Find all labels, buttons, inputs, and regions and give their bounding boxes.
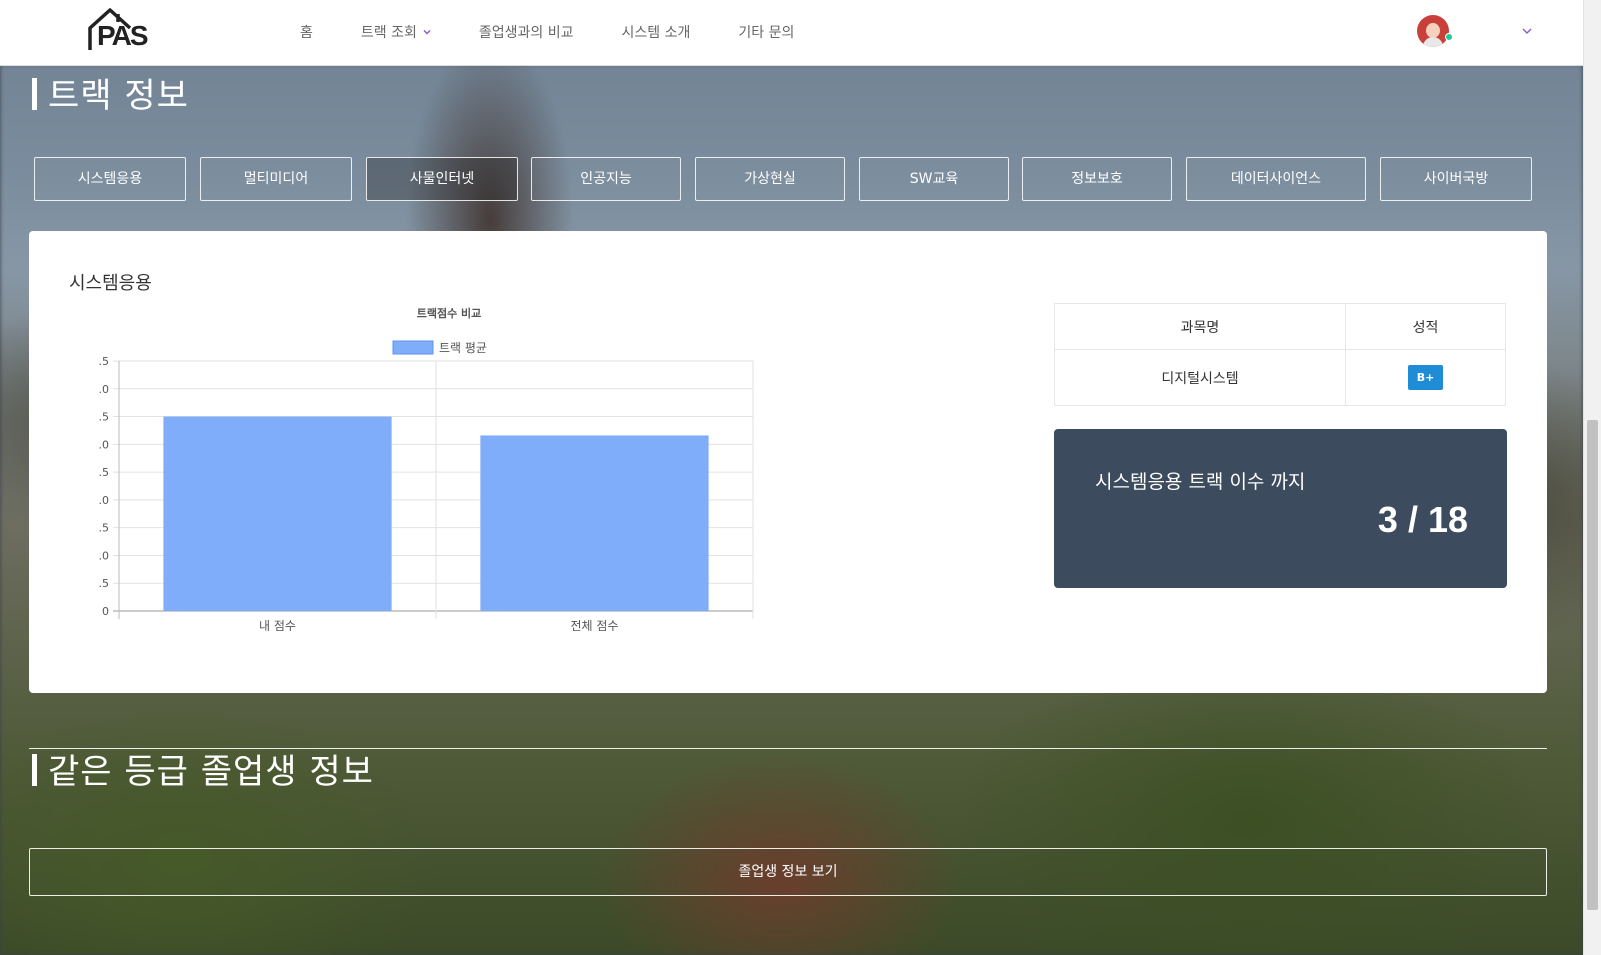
nav-item-home[interactable]: 홈 (300, 22, 313, 42)
scrollbar-thumb[interactable] (1587, 420, 1598, 910)
y-tick-label: .5 (99, 466, 110, 479)
track-button[interactable]: 인공지능 (531, 157, 681, 201)
nav-item-label: 트랙 조회 (360, 25, 417, 41)
progress-value: 3 / 18 (1377, 499, 1468, 540)
y-tick-label: .5 (99, 577, 110, 590)
avatar-body (1423, 37, 1443, 47)
view-graduates-button[interactable]: 졸업생 정보 보기 (29, 848, 1547, 896)
track-progress-box: 시스템응용 트랙 이수 까지 3 / 18 (1054, 429, 1507, 588)
y-tick-label: .0 (99, 549, 110, 562)
x-tick-label: 전체 점수 (571, 619, 619, 631)
track-detail-card: 시스템응용 트랙점수 비교 트랙 평균 .5 .0 .5 .0 .5 .0 .5 .0 .5 0 내… (29, 231, 1547, 693)
column-header-grade: 성적 (1345, 303, 1506, 350)
legend-label: 트랙 평균 (439, 341, 487, 355)
column-header-subject: 과목명 (1054, 303, 1346, 350)
y-tick-label: .0 (99, 438, 110, 451)
y-tick-label: .0 (99, 383, 110, 396)
track-button[interactable]: 정보보호 (1022, 157, 1172, 201)
nav-item-compare[interactable]: 졸업생과의 비교 (479, 22, 574, 42)
track-score-chart: 트랙점수 비교 트랙 평균 .5 .0 .5 .0 .5 .0 .5 .0 .5 0 내 점수 전체 … (99, 306, 754, 631)
chart-title: 트랙점수 비교 (417, 306, 482, 320)
chevron-down-icon (423, 29, 431, 35)
track-button[interactable]: 데이터사이언스 (1186, 157, 1366, 201)
user-menu-chevron-icon[interactable] (1522, 27, 1532, 35)
track-button[interactable]: 가상현실 (695, 157, 845, 201)
x-tick-label: 내 점수 (259, 619, 296, 631)
track-button[interactable]: 멀티미디어 (200, 157, 352, 201)
grade-badge: B+ (1407, 365, 1444, 390)
nav-item-label: 기타 문의 (738, 25, 795, 41)
table-row: 디지털시스템 B+ (1054, 349, 1506, 406)
grade-cell: B+ (1345, 349, 1506, 406)
avatar-face (1426, 23, 1440, 38)
logo-text[interactable]: PAS (97, 20, 148, 52)
subject-cell: 디지털시스템 (1054, 349, 1346, 406)
track-button[interactable]: SW교육 (859, 157, 1009, 201)
nav-item-label: 졸업생과의 비교 (478, 25, 574, 41)
track-button[interactable]: 시스템응용 (34, 157, 186, 201)
page-scrollbar[interactable] (1583, 0, 1601, 955)
nav-item-label: 홈 (300, 25, 313, 41)
chart-bar (480, 435, 709, 611)
y-tick-label: .5 (99, 355, 110, 368)
nav-item-contact[interactable]: 기타 문의 (738, 22, 794, 42)
nav-menu: 홈 트랙 조회 졸업생과의 비교 시스템 소개 기타 문의 (300, 22, 842, 42)
card-title: 시스템응용 (69, 273, 152, 294)
grade-table: 과목명 성적 디지털시스템 B+ (1054, 303, 1506, 406)
top-navbar: PAS 홈 트랙 조회 졸업생과의 비교 시스템 소개 기타 문의 (0, 0, 1583, 66)
graduates-section-title: 같은 등급 졸업생 정보 (30, 744, 374, 793)
y-tick-label: .5 (99, 522, 110, 535)
track-section-title: 트랙 정보 (30, 68, 189, 117)
progress-label: 시스템응용 트랙 이수 까지 (1095, 471, 1306, 493)
online-status-dot (1445, 33, 1453, 41)
track-button[interactable]: 사이버국방 (1380, 157, 1532, 201)
y-tick-label: 0 (102, 605, 109, 618)
track-button-selected[interactable]: 사물인터넷 (366, 157, 518, 201)
y-tick-label: .5 (99, 411, 110, 424)
nav-item-track[interactable]: 트랙 조회 (361, 22, 431, 42)
nav-item-label: 시스템 소개 (621, 25, 691, 41)
nav-item-about[interactable]: 시스템 소개 (622, 22, 691, 42)
chart-bar (163, 416, 392, 611)
legend-swatch (392, 340, 434, 355)
y-tick-label: .0 (99, 494, 110, 507)
user-avatar[interactable] (1417, 15, 1449, 47)
